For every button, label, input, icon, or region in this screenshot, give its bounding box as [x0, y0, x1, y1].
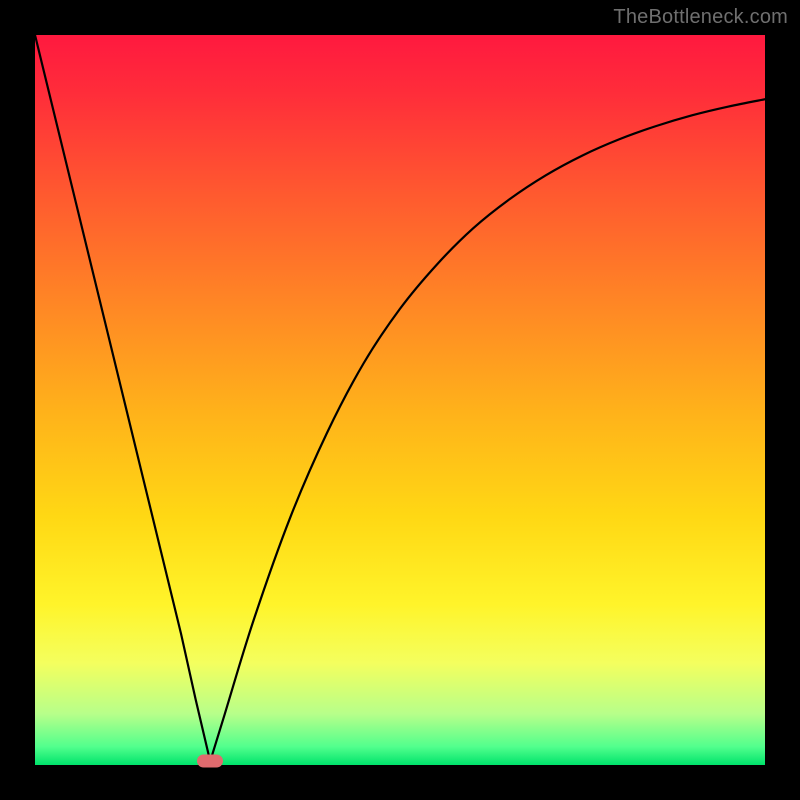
- bottleneck-curve-right: [210, 99, 765, 761]
- watermark-text: TheBottleneck.com: [613, 6, 788, 29]
- plot-area: [35, 35, 765, 765]
- chart-frame: TheBottleneck.com: [0, 0, 800, 800]
- bottleneck-curve-left: [35, 35, 210, 761]
- optimal-marker: [197, 754, 223, 767]
- curve-svg: [35, 35, 765, 765]
